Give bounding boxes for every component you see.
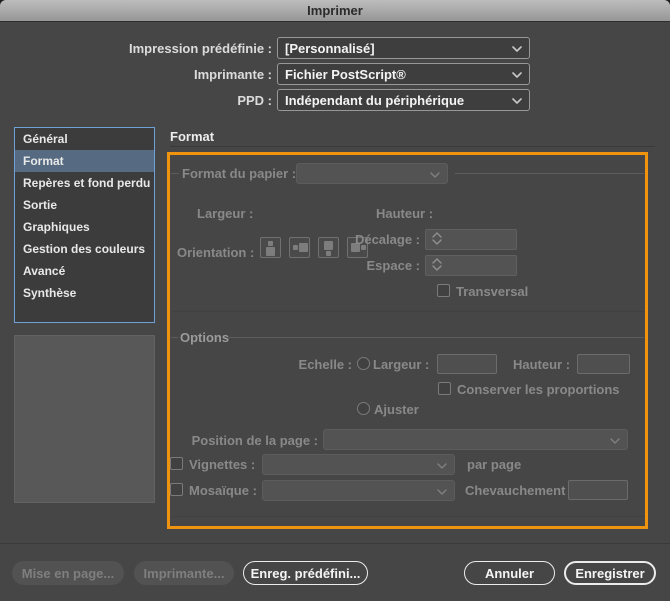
printer-dropdown[interactable]: Fichier PostScript® bbox=[277, 63, 530, 85]
legend-line-left bbox=[171, 337, 178, 338]
printer-label: Imprimante : bbox=[193, 67, 272, 82]
printer-button[interactable]: Imprimante... bbox=[134, 561, 234, 585]
sections-list: Général Format Repères et fond perdu Sor… bbox=[14, 127, 155, 323]
printer-value: Fichier PostScript® bbox=[285, 66, 406, 82]
overlap-input[interactable] bbox=[568, 480, 628, 500]
legend-line-right bbox=[455, 173, 644, 174]
space-label: Espace : bbox=[366, 258, 420, 273]
page-dot bbox=[268, 241, 273, 246]
sidebar-item-general[interactable]: Général bbox=[15, 128, 154, 150]
thumbnails-checkbox[interactable] bbox=[170, 457, 183, 470]
save-preset-button[interactable]: Enreg. prédéfini... bbox=[243, 561, 368, 585]
paper-format-label: Format du papier : bbox=[182, 166, 297, 181]
fit-label: Ajuster bbox=[374, 402, 419, 417]
page-position-dropdown[interactable] bbox=[323, 429, 628, 450]
page-setup-button[interactable]: Mise en page... bbox=[12, 561, 124, 585]
ppd-value: Indépendant du périphérique bbox=[285, 92, 465, 108]
options-legend: Options bbox=[180, 330, 230, 345]
chevron-down-icon bbox=[437, 489, 447, 495]
print-preset-value: [Personnalisé] bbox=[285, 40, 375, 56]
keep-proportions-checkbox[interactable] bbox=[438, 382, 451, 395]
footer-divider bbox=[0, 543, 670, 544]
panel-heading: Format bbox=[170, 129, 215, 144]
sidebar-item-reperes-fond-perdu[interactable]: Repères et fond perdu bbox=[15, 172, 154, 194]
legend-line-left bbox=[171, 173, 179, 174]
sidebar-item-avance[interactable]: Avancé bbox=[15, 260, 154, 282]
space-input[interactable] bbox=[425, 255, 517, 276]
page-block bbox=[266, 247, 275, 256]
page-position-label: Position de la page : bbox=[191, 433, 318, 448]
chevron-down-icon bbox=[512, 46, 522, 52]
scale-height-label: Hauteur : bbox=[513, 357, 571, 372]
orientation-label: Orientation : bbox=[177, 245, 255, 260]
ppd-dropdown[interactable]: Indépendant du périphérique bbox=[277, 89, 530, 111]
stepper-icon[interactable] bbox=[432, 232, 442, 245]
group-divider bbox=[172, 516, 645, 517]
stepper-icon[interactable] bbox=[432, 258, 442, 271]
tiling-dropdown[interactable] bbox=[262, 480, 455, 501]
tiling-checkbox[interactable] bbox=[170, 483, 183, 496]
ppd-label: PPD : bbox=[237, 93, 272, 108]
print-preview-area bbox=[14, 335, 155, 503]
offset-input[interactable] bbox=[425, 229, 517, 250]
sidebar-item-gestion-couleurs[interactable]: Gestion des couleurs bbox=[15, 238, 154, 260]
thumbnails-dropdown[interactable] bbox=[262, 454, 455, 475]
paper-height-label: Hauteur : bbox=[376, 206, 434, 221]
keep-proportions-label: Conserver les proportions bbox=[457, 382, 620, 397]
paper-format-dropdown[interactable] bbox=[296, 163, 448, 184]
sidebar-item-sortie[interactable]: Sortie bbox=[15, 194, 154, 216]
orientation-portrait-icon[interactable] bbox=[260, 237, 281, 258]
per-page-label: par page bbox=[467, 457, 522, 472]
scale-height-input[interactable] bbox=[577, 354, 630, 374]
paper-width-label: Largeur : bbox=[197, 206, 254, 221]
title-bar: Imprimer bbox=[0, 0, 670, 22]
scale-width-input[interactable] bbox=[437, 354, 497, 374]
print-preset-label: Impression prédéfinie : bbox=[128, 41, 272, 56]
sidebar-item-synthese[interactable]: Synthèse bbox=[15, 282, 154, 304]
chevron-down-icon bbox=[512, 72, 522, 78]
page-dot bbox=[326, 251, 331, 256]
chevron-down-icon bbox=[430, 172, 440, 178]
heading-divider bbox=[170, 146, 655, 147]
sidebar-item-format[interactable]: Format bbox=[15, 150, 154, 172]
chevron-down-icon bbox=[437, 463, 447, 469]
group-divider bbox=[172, 311, 645, 312]
dialog-title: Imprimer bbox=[307, 3, 363, 18]
transversal-label: Transversal bbox=[456, 284, 529, 299]
offset-label: Décalage : bbox=[354, 232, 420, 247]
print-preset-dropdown[interactable]: [Personnalisé] bbox=[277, 37, 530, 59]
scale-radio[interactable] bbox=[357, 357, 370, 370]
chevron-down-icon bbox=[512, 98, 522, 104]
save-button[interactable]: Enregistrer bbox=[564, 561, 656, 585]
scale-width-label: Largeur : bbox=[373, 357, 430, 372]
thumbnails-label: Vignettes : bbox=[189, 457, 256, 472]
legend-line-right bbox=[228, 337, 644, 338]
print-dialog: Imprimer Impression prédéfinie : [Person… bbox=[0, 0, 670, 601]
tiling-label: Mosaïque : bbox=[189, 483, 257, 498]
overlap-label: Chevauchement : bbox=[465, 483, 574, 498]
cancel-button[interactable]: Annuler bbox=[464, 561, 555, 585]
scale-label: Echelle : bbox=[298, 357, 352, 372]
sidebar-item-graphiques[interactable]: Graphiques bbox=[15, 216, 154, 238]
chevron-down-icon bbox=[610, 438, 620, 444]
transversal-checkbox[interactable] bbox=[437, 284, 450, 297]
fit-radio[interactable] bbox=[357, 402, 370, 415]
